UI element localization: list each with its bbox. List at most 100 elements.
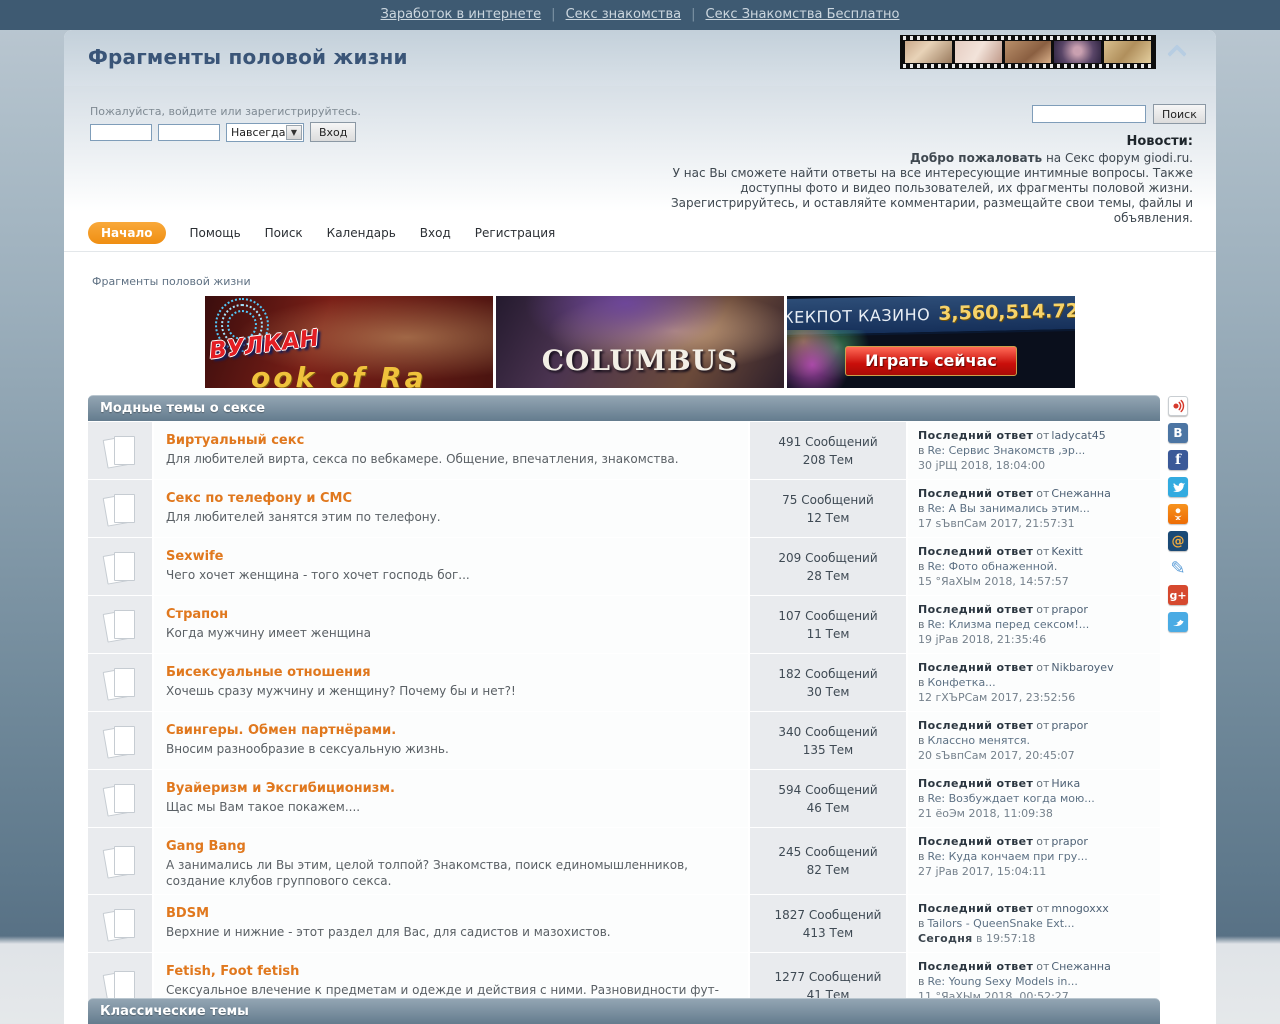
session-duration-value: Навсегда [231, 125, 286, 139]
lastpost-from: от [1036, 719, 1050, 732]
odnoklassniki-icon[interactable] [1168, 504, 1188, 524]
board-pages-icon [104, 608, 136, 642]
forum-icon-cell [88, 770, 152, 827]
lastpost-topic-link[interactable]: Re: Возбуждает когда мою... [927, 792, 1094, 805]
forum-info-cell: Секс по телефону и СМС Для любителей зан… [154, 480, 748, 537]
lastpost-topic-link[interactable]: Re: Клизма перед сексом!... [927, 618, 1089, 631]
lastpost-user-link[interactable]: Kexitt [1051, 545, 1082, 558]
forum-topics-count: 135 Тем [802, 742, 854, 757]
chevron-up-icon[interactable] [1168, 42, 1186, 60]
lastpost-user-link[interactable]: ladycat45 [1051, 429, 1105, 442]
lastpost-user-link[interactable]: Снежанна [1051, 487, 1110, 500]
username-field[interactable] [90, 123, 152, 141]
lastpost-topic-link[interactable]: Tailors - QueenSnake Ext... [927, 917, 1074, 930]
section-modern-topics: Модные темы о сексе Виртуальный секс Для… [88, 395, 1160, 1024]
lastpost-topic-link[interactable]: Re: Сервис Знакомств ,эр... [927, 444, 1085, 457]
lastpost-topic-link[interactable]: Re: Куда кончаем при гру... [927, 850, 1087, 863]
search-button[interactable]: Поиск [1153, 104, 1206, 124]
board-pages-icon [104, 666, 136, 700]
topbar-link-dating[interactable]: Секс знакомства [566, 7, 682, 22]
login-button[interactable]: Вход [310, 122, 357, 142]
forum-title-link[interactable]: Fetish, Foot fetish [166, 964, 299, 979]
lastpost-user-link[interactable]: Снежанна [1051, 960, 1110, 973]
ad-panel-vulkan[interactable]: ВУЛКАН ook of Ra [205, 296, 493, 388]
forum-description: Чего хочет женщина - того хочет господь … [166, 568, 470, 582]
play-now-button[interactable]: Играть сейчас [845, 346, 1017, 376]
forum-stats-cell: 491 Сообщений 208 Тем [750, 422, 906, 479]
forum-lastpost-cell: Последний ответ от Kexitt в Re: Фото обнаже… [908, 538, 1160, 595]
tab-calendar[interactable]: Календарь [327, 226, 396, 240]
tab-start[interactable]: Начало [88, 222, 166, 244]
lastpost-label: Последний ответ [918, 661, 1034, 674]
lastpost-in: в [918, 850, 925, 863]
lastpost-line2: в Re: Young Sexy Models in... [918, 974, 1150, 989]
twitter-icon[interactable] [1168, 477, 1188, 497]
board-pages-icon [104, 907, 136, 941]
lastpost-user-link[interactable]: prapor [1051, 719, 1087, 732]
forum-title-link[interactable]: Страпон [166, 607, 228, 622]
forum-title-link[interactable]: BDSM [166, 906, 209, 921]
pencil-icon[interactable]: ✎ [1168, 558, 1188, 579]
share-icon[interactable] [1168, 396, 1188, 416]
lastpost-user-link[interactable]: Ника [1051, 777, 1080, 790]
forum-messages-count: 491 Сообщений [778, 434, 878, 449]
board-pages-icon [104, 782, 136, 816]
lastpost-user-link[interactable]: prapor [1051, 603, 1087, 616]
news-body: У нас Вы сможете найти ответы на все инт… [670, 166, 1193, 225]
google-plus-icon[interactable]: g+ [1168, 585, 1188, 605]
lastpost-topic-link[interactable]: Конфетка... [927, 676, 995, 689]
filmstrip-ad-banner[interactable] [900, 35, 1156, 69]
lastpost-topic-link[interactable]: Re: А Вы занимались этим... [927, 502, 1089, 515]
news-label: Новости: [1126, 134, 1193, 149]
lastpost-line2: в Re: Сервис Знакомств ,эр... [918, 443, 1150, 458]
forum-lastpost-cell: Последний ответ от prapor в Re: Куда кончае… [908, 828, 1160, 894]
tab-search[interactable]: Поиск [265, 226, 303, 240]
forum-topics-count: 46 Тем [806, 800, 850, 815]
forum-title-link[interactable]: Виртуальный секс [166, 433, 304, 448]
forum-messages-count: 594 Сообщений [778, 782, 878, 797]
search-input[interactable] [1032, 105, 1146, 123]
forum-title-link[interactable]: Sexwife [166, 549, 224, 564]
forum-title-link[interactable]: Gang Bang [166, 839, 246, 854]
lastpost-date: 12 гХЪРСам 2017, 23:52:56 [918, 690, 1150, 705]
forum-title-link[interactable]: Вуайеризм и Эксгибиционизм. [166, 781, 395, 796]
section-classic-topics: Классические темы [88, 998, 1160, 1024]
forum-info-cell: Gang Bang А занимались ли Вы этим, целой… [154, 828, 748, 894]
casino-ad-banner[interactable]: ВУЛКАН ook of Ra COLUMBUS ДЖЕКПОТ КАЗИНО… [205, 296, 1075, 388]
lastpost-user-link[interactable]: Nikbaroyev [1051, 661, 1113, 674]
lastpost-topic-link[interactable]: Re: Young Sexy Models in... [927, 975, 1077, 988]
lastpost-from: от [1036, 429, 1050, 442]
tab-login[interactable]: Вход [420, 226, 451, 240]
ad-panel-jackpot[interactable]: ДЖЕКПОТ КАЗИНО 3,560,514.72 ₽ Играть сей… [787, 296, 1075, 388]
lastpost-label: Последний ответ [918, 487, 1034, 500]
board-pages-icon [104, 434, 136, 468]
tab-help[interactable]: Помощь [190, 226, 241, 240]
ad-panel-columbus[interactable]: COLUMBUS [496, 296, 784, 388]
forum-title-link[interactable]: Свингеры. Обмен партнёрами. [166, 723, 396, 738]
surfingbird-icon[interactable] [1168, 612, 1188, 632]
forum-description: Хочешь сразу мужчину и женщину? Почему б… [166, 684, 516, 698]
topbar-link-dating-free[interactable]: Секс Знакомства Бесплатно [706, 7, 900, 22]
lastpost-topic-link[interactable]: Классно менятся. [927, 734, 1030, 747]
password-field[interactable] [158, 123, 220, 141]
mail-ru-icon[interactable]: @ [1168, 531, 1188, 551]
vkontakte-icon[interactable]: В [1168, 423, 1188, 443]
lastpost-from: от [1036, 545, 1050, 558]
tab-register[interactable]: Регистрация [475, 226, 555, 240]
lastpost-topic-link[interactable]: Re: Фото обнаженной. [927, 560, 1057, 573]
forum-row: Секс по телефону и СМС Для любителей зан… [88, 480, 1160, 537]
news-block: Новости: Добро пожаловать на Секс форум … [613, 134, 1193, 226]
facebook-icon[interactable]: f [1168, 450, 1188, 470]
lastpost-user-link[interactable]: mnogoxxx [1051, 902, 1108, 915]
lastpost-user-link[interactable]: prapor [1051, 835, 1087, 848]
forum-messages-count: 1827 Сообщений [774, 907, 882, 922]
forum-title-link[interactable]: Секс по телефону и СМС [166, 491, 352, 506]
forum-icon-cell [88, 828, 152, 894]
session-duration-select[interactable]: Навсегда ▼ [226, 122, 304, 142]
film-frame [1004, 41, 1052, 63]
topbar-link-earnings[interactable]: Заработок в интернете [381, 7, 542, 22]
breadcrumb[interactable]: Фрагменты половой жизни [92, 275, 251, 288]
forum-messages-count: 107 Сообщений [778, 608, 878, 623]
forum-table: Виртуальный секс Для любителей вирта, се… [88, 422, 1160, 1024]
forum-title-link[interactable]: Бисексуальные отношения [166, 665, 371, 680]
